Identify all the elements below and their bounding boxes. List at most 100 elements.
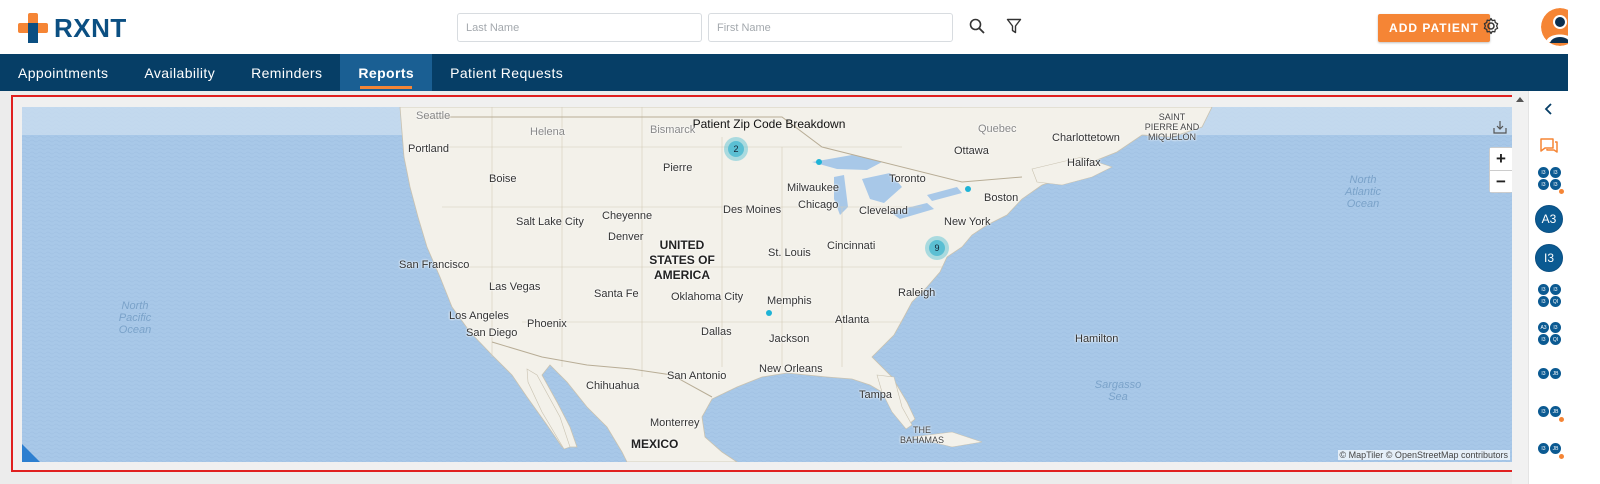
tab-appointments[interactable]: Appointments [0,54,126,91]
user-badge: I3 [1550,167,1561,178]
label-san-diego: San Diego [466,327,518,339]
label-las-vegas: Las Vegas [489,281,541,293]
user-badge: JB [1550,443,1561,454]
label-saint-pierre: SAINT PIERRE AND MIQUELON [1144,112,1200,142]
label-cheyenne: Cheyenne [602,210,653,222]
window-edge [1568,0,1600,484]
label-ottawa: Ottawa [954,145,989,157]
first-name-input[interactable] [708,13,953,42]
rxnt-logo[interactable]: RXNT [18,12,127,44]
user-badge: I3 [1538,406,1549,417]
label-new-york: New York [944,216,991,228]
label-los-angeles: Los Angeles [449,310,509,322]
label-st-louis: St. Louis [768,247,811,259]
notification-dot [1559,454,1564,459]
label-salt-lake-city: Salt Lake City [516,216,584,228]
tab-reminders[interactable]: Reminders [233,54,340,91]
label-portland: Portland [408,143,449,155]
map-point[interactable] [766,310,772,316]
user-badge: I3 [1538,296,1549,307]
last-name-input[interactable] [457,13,702,42]
label-monterrey: Monterrey [650,417,700,429]
user-badge: I3 [1538,443,1549,454]
user-badge: I3 [1538,179,1549,190]
map-title: Patient Zip Code Breakdown [692,117,846,131]
label-denver: Denver [608,231,644,243]
label-usa: UNITED STATES OF AMERICA [649,238,715,282]
map-info-corner[interactable] [22,444,40,462]
label-raleigh: Raleigh [898,287,936,299]
user-badge-large[interactable]: A3 [1535,205,1563,233]
label-boston: Boston [984,192,1019,204]
search-icon[interactable] [965,14,989,38]
add-patient-button[interactable]: ADD PATIENT [1378,14,1490,42]
label-dallas: Dallas [701,326,732,338]
label-memphis: Memphis [767,295,812,307]
label-chihuahua: Chihuahua [586,380,640,392]
chat-icon[interactable] [1537,135,1561,157]
report-panel: Patient Zip Code Breakdown + − Seattle H… [11,95,1525,472]
label-pierre: Pierre [663,162,693,174]
user-badge-large[interactable]: I3 [1535,244,1563,272]
download-icon[interactable] [1492,119,1508,135]
zoom-in-button[interactable]: + [1490,148,1512,170]
label-jackson: Jackson [769,333,810,345]
zoom-control: + − [1489,147,1513,193]
user-group-3[interactable]: A3 I3 I3 QI [1538,322,1562,346]
label-helena: Helena [530,126,565,138]
cluster-north-central[interactable]: 2 [724,137,748,161]
label-san-francisco: San Francisco [399,259,470,271]
label-new-orleans: New Orleans [759,363,823,375]
label-milwaukee: Milwaukee [787,182,839,194]
label-san-antonio: San Antonio [667,370,727,382]
label-chicago: Chicago [798,199,839,211]
label-boise: Boise [489,173,517,185]
label-cleveland: Cleveland [859,205,908,217]
user-badge: I3 [1538,284,1549,295]
map-point[interactable] [965,186,971,192]
user-badge: I3 [1538,167,1549,178]
cluster-mid-atlantic[interactable]: 9 [925,236,949,260]
user-group-5[interactable]: I3 JB [1538,406,1564,430]
label-the-bahamas: THE BAHAMAS [899,425,944,445]
label-atlanta: Atlanta [835,314,870,326]
gear-icon[interactable] [1479,14,1503,38]
zip-code-map[interactable]: Patient Zip Code Breakdown + − Seattle H… [22,107,1516,462]
label-halifax: Halifax [1067,157,1101,169]
label-cincinnati: Cincinnati [827,240,876,252]
user-group-6[interactable]: I3 JB [1538,443,1564,467]
label-oklahoma-city: Oklahoma City [671,291,744,303]
user-badge: I3 [1550,284,1561,295]
label-tampa: Tampa [859,389,893,401]
label-toronto: Toronto [889,173,926,185]
label-hamilton: Hamilton [1075,333,1119,345]
tab-availability[interactable]: Availability [126,54,233,91]
filter-icon[interactable] [1002,14,1026,38]
scroll-up-arrow[interactable] [1516,97,1524,102]
user-badge: A3 [1538,322,1549,333]
top-bar: RXNT ADD PATIENT [0,0,1600,54]
user-badge: I3 [1538,368,1549,379]
user-badge: QI [1550,296,1561,307]
user-group-1[interactable]: I3 I3 I3 I3 [1538,167,1564,194]
user-badge: I3 [1538,334,1549,345]
user-group-4[interactable]: I3 JB [1538,368,1562,392]
notification-dot [1559,189,1564,194]
user-badge: JB [1550,368,1561,379]
label-phoenix: Phoenix [527,318,567,330]
user-group-2[interactable]: I3 I3 I3 QI [1538,284,1562,308]
label-north-pacific: North Pacific Ocean [118,300,152,336]
content-area: Patient Zip Code Breakdown + − Seattle H… [0,91,1548,484]
tab-patient-requests[interactable]: Patient Requests [432,54,581,91]
right-sidebar: I3 I3 I3 I3 A3 I3 I3 I3 I3 QI A3 I3 I3 Q… [1528,91,1568,484]
map-point[interactable] [816,159,822,165]
tab-reports[interactable]: Reports [340,54,433,91]
zoom-out-button[interactable]: − [1490,170,1512,192]
map-base-layer [22,107,1516,462]
cluster-count: 9 [929,240,945,256]
page-scrollbar[interactable] [1512,91,1528,484]
label-santa-fe: Santa Fe [594,288,639,300]
label-quebec: Quebec [978,123,1017,135]
label-bismarck: Bismarck [650,124,696,136]
chevron-left-icon[interactable] [1539,99,1559,119]
